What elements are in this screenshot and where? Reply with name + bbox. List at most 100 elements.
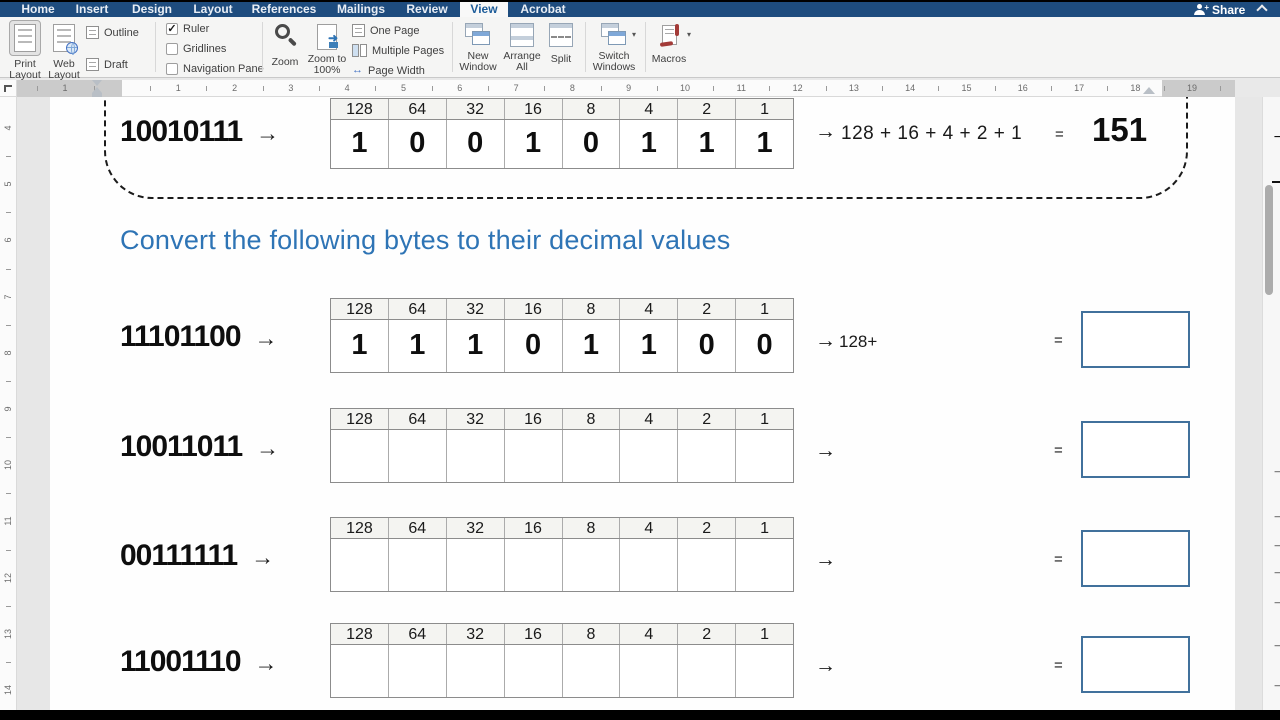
ruler-checkbox[interactable]: ✓ Ruler bbox=[166, 23, 209, 35]
tab-review[interactable]: Review bbox=[402, 2, 452, 17]
bit-cell[interactable] bbox=[388, 430, 446, 482]
bit-cell[interactable]: 1 bbox=[619, 120, 677, 168]
bit-cell[interactable] bbox=[388, 645, 446, 697]
navigation-pane-checkbox[interactable]: Navigation Pane bbox=[166, 63, 264, 75]
horizontal-ruler[interactable]: 123456789101112131415161718119 bbox=[0, 80, 1280, 97]
place-value-header: 32 bbox=[446, 624, 504, 644]
ruler-tick bbox=[882, 86, 883, 91]
zoom-100-button[interactable]: ➜ Zoom to 100% bbox=[304, 23, 350, 75]
place-value-header: 1 bbox=[735, 518, 793, 538]
new-window-button[interactable]: New Window bbox=[456, 22, 500, 72]
tab-layout[interactable]: Layout bbox=[188, 2, 238, 17]
tab-design[interactable]: Design bbox=[126, 2, 178, 17]
bit-cell[interactable] bbox=[446, 539, 504, 591]
bit-cell[interactable] bbox=[562, 430, 620, 482]
scrollbar-thumb[interactable] bbox=[1265, 185, 1273, 295]
bit-cell[interactable] bbox=[331, 430, 388, 482]
bit-cell[interactable] bbox=[388, 539, 446, 591]
macros-button[interactable]: ▾ Macros bbox=[648, 22, 690, 65]
table-header-row: 128 64 32 16 8 4 2 1 bbox=[330, 408, 794, 430]
bit-cell[interactable]: 1 bbox=[677, 120, 735, 168]
tab-references[interactable]: References bbox=[248, 2, 320, 17]
page-width-button[interactable]: ↔ Page Width bbox=[352, 64, 425, 77]
bit-cell[interactable]: 1 bbox=[331, 320, 388, 372]
web-layout-button[interactable]: Web Layout bbox=[44, 20, 84, 80]
ruler-tick bbox=[6, 156, 11, 157]
place-value-header: 4 bbox=[619, 518, 677, 538]
first-line-indent-marker[interactable] bbox=[92, 80, 102, 86]
bit-cell[interactable] bbox=[446, 645, 504, 697]
bit-cell[interactable]: 1 bbox=[619, 320, 677, 372]
bit-cell[interactable]: 1 bbox=[562, 320, 620, 372]
tab-insert[interactable]: Insert bbox=[70, 2, 114, 17]
exercise-place-value-table: 128 64 32 16 8 4 2 1 bbox=[330, 408, 794, 483]
exercise-binary-row: 11101100 → bbox=[120, 320, 278, 354]
bit-cell[interactable]: 0 bbox=[388, 120, 446, 168]
place-value-header: 2 bbox=[677, 624, 735, 644]
dropdown-arrow-icon: ▾ bbox=[687, 30, 691, 41]
bit-cell[interactable]: 0 bbox=[735, 320, 793, 372]
bit-cell[interactable] bbox=[619, 539, 677, 591]
outline-button[interactable]: Outline bbox=[86, 26, 139, 39]
multiple-pages-icon bbox=[352, 44, 367, 57]
bit-cell[interactable] bbox=[677, 539, 735, 591]
one-page-button[interactable]: One Page bbox=[352, 24, 420, 37]
tab-mailings[interactable]: Mailings bbox=[330, 2, 392, 17]
bit-cell[interactable]: 1 bbox=[388, 320, 446, 372]
arrange-all-button[interactable]: Arrange All bbox=[500, 22, 544, 72]
bit-cell[interactable] bbox=[619, 430, 677, 482]
bit-cell[interactable] bbox=[677, 645, 735, 697]
bit-cell[interactable]: 1 bbox=[331, 120, 388, 168]
vertical-scrollbar[interactable] bbox=[1262, 97, 1280, 710]
ruler-tick bbox=[6, 493, 11, 494]
bit-cell[interactable] bbox=[446, 430, 504, 482]
print-layout-button[interactable]: Print Layout bbox=[6, 20, 44, 80]
answer-box[interactable] bbox=[1081, 421, 1190, 478]
bit-cell[interactable] bbox=[735, 430, 793, 482]
bit-cell[interactable]: 0 bbox=[562, 120, 620, 168]
bit-cell[interactable] bbox=[504, 645, 562, 697]
bit-cell[interactable] bbox=[735, 645, 793, 697]
group-divider bbox=[155, 22, 156, 72]
bit-cell[interactable]: 0 bbox=[677, 320, 735, 372]
draft-button[interactable]: Draft bbox=[86, 58, 128, 71]
share-button[interactable]: + Share bbox=[1194, 2, 1245, 17]
bit-cell[interactable]: 0 bbox=[504, 320, 562, 372]
answer-box[interactable] bbox=[1081, 311, 1190, 368]
collapse-ribbon-icon[interactable] bbox=[1256, 4, 1267, 15]
bit-cell[interactable] bbox=[735, 539, 793, 591]
bit-cell[interactable]: 1 bbox=[504, 120, 562, 168]
bit-cell[interactable] bbox=[562, 645, 620, 697]
bit-cell[interactable] bbox=[504, 539, 562, 591]
bit-cell[interactable] bbox=[331, 539, 388, 591]
place-value-header: 128 bbox=[331, 518, 388, 538]
tab-view[interactable]: View bbox=[460, 2, 508, 17]
switch-windows-button[interactable]: ▾ Switch Windows bbox=[588, 22, 640, 72]
bit-cell[interactable] bbox=[619, 645, 677, 697]
split-button[interactable]: Split bbox=[544, 22, 578, 65]
tab-acrobat[interactable]: Acrobat bbox=[516, 2, 570, 17]
document-page[interactable]: 10010111 → 128 64 32 16 8 4 2 1 1 0 0 1 … bbox=[50, 97, 1235, 710]
tab-home[interactable]: Home bbox=[16, 2, 60, 17]
tab-stop-selector-icon[interactable] bbox=[4, 85, 12, 92]
bit-cell[interactable]: 1 bbox=[735, 120, 793, 168]
ruler-number: 10 bbox=[680, 83, 690, 93]
bit-cell[interactable] bbox=[562, 539, 620, 591]
bit-cell[interactable] bbox=[677, 430, 735, 482]
ruler-number: 15 bbox=[961, 83, 971, 93]
bit-cell[interactable]: 1 bbox=[446, 320, 504, 372]
right-indent-marker[interactable] bbox=[1143, 87, 1155, 94]
gridlines-checkbox[interactable]: Gridlines bbox=[166, 43, 226, 55]
zoom-button[interactable]: Zoom bbox=[266, 23, 304, 68]
bit-cell[interactable] bbox=[331, 645, 388, 697]
multiple-pages-button[interactable]: Multiple Pages bbox=[352, 44, 444, 57]
ruler-tick bbox=[826, 86, 827, 91]
bit-cell[interactable] bbox=[504, 430, 562, 482]
arrow-icon: → bbox=[815, 654, 836, 678]
web-layout-icon bbox=[48, 20, 80, 56]
answer-box[interactable] bbox=[1081, 636, 1190, 693]
answer-box[interactable] bbox=[1081, 530, 1190, 587]
vertical-ruler[interactable]: 4567891011121314 bbox=[0, 97, 17, 710]
window-bottom-edge bbox=[0, 710, 1280, 720]
bit-cell[interactable]: 0 bbox=[446, 120, 504, 168]
